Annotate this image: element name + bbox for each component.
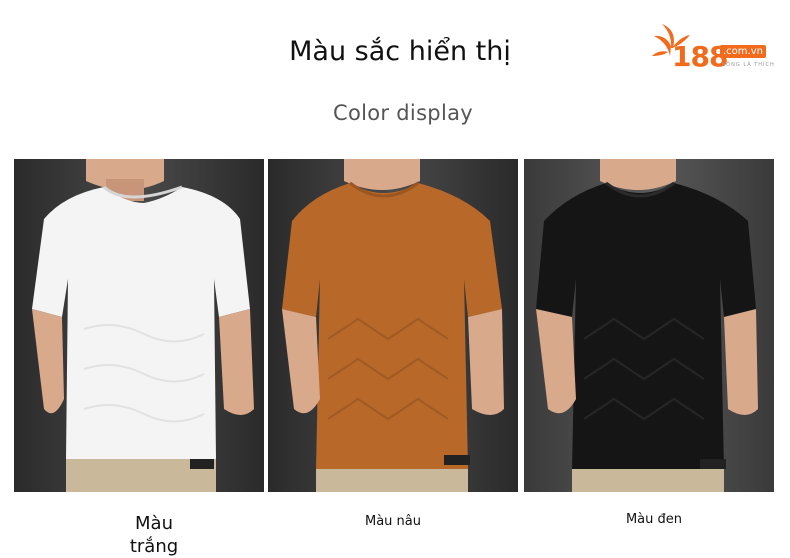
brand-logo[interactable]: 188 .com.vn SỐNG LÀ THÍCH xyxy=(650,20,780,76)
logo-tagline: SỐNG LÀ THÍCH xyxy=(722,62,775,68)
logo-domain: .com.vn xyxy=(720,45,766,58)
page-subtitle: Color display xyxy=(333,101,473,125)
product-photo-black[interactable] xyxy=(524,159,774,492)
caption-brown: Màu nâu xyxy=(365,514,421,529)
caption-white-line2: trắng xyxy=(129,536,179,557)
caption-white: Màu trắng xyxy=(102,512,206,558)
caption-black: Màu đen xyxy=(625,512,683,527)
caption-white-line1: Màu xyxy=(135,513,173,534)
product-photo-white[interactable] xyxy=(14,159,264,492)
product-photo-brown[interactable] xyxy=(268,159,518,492)
